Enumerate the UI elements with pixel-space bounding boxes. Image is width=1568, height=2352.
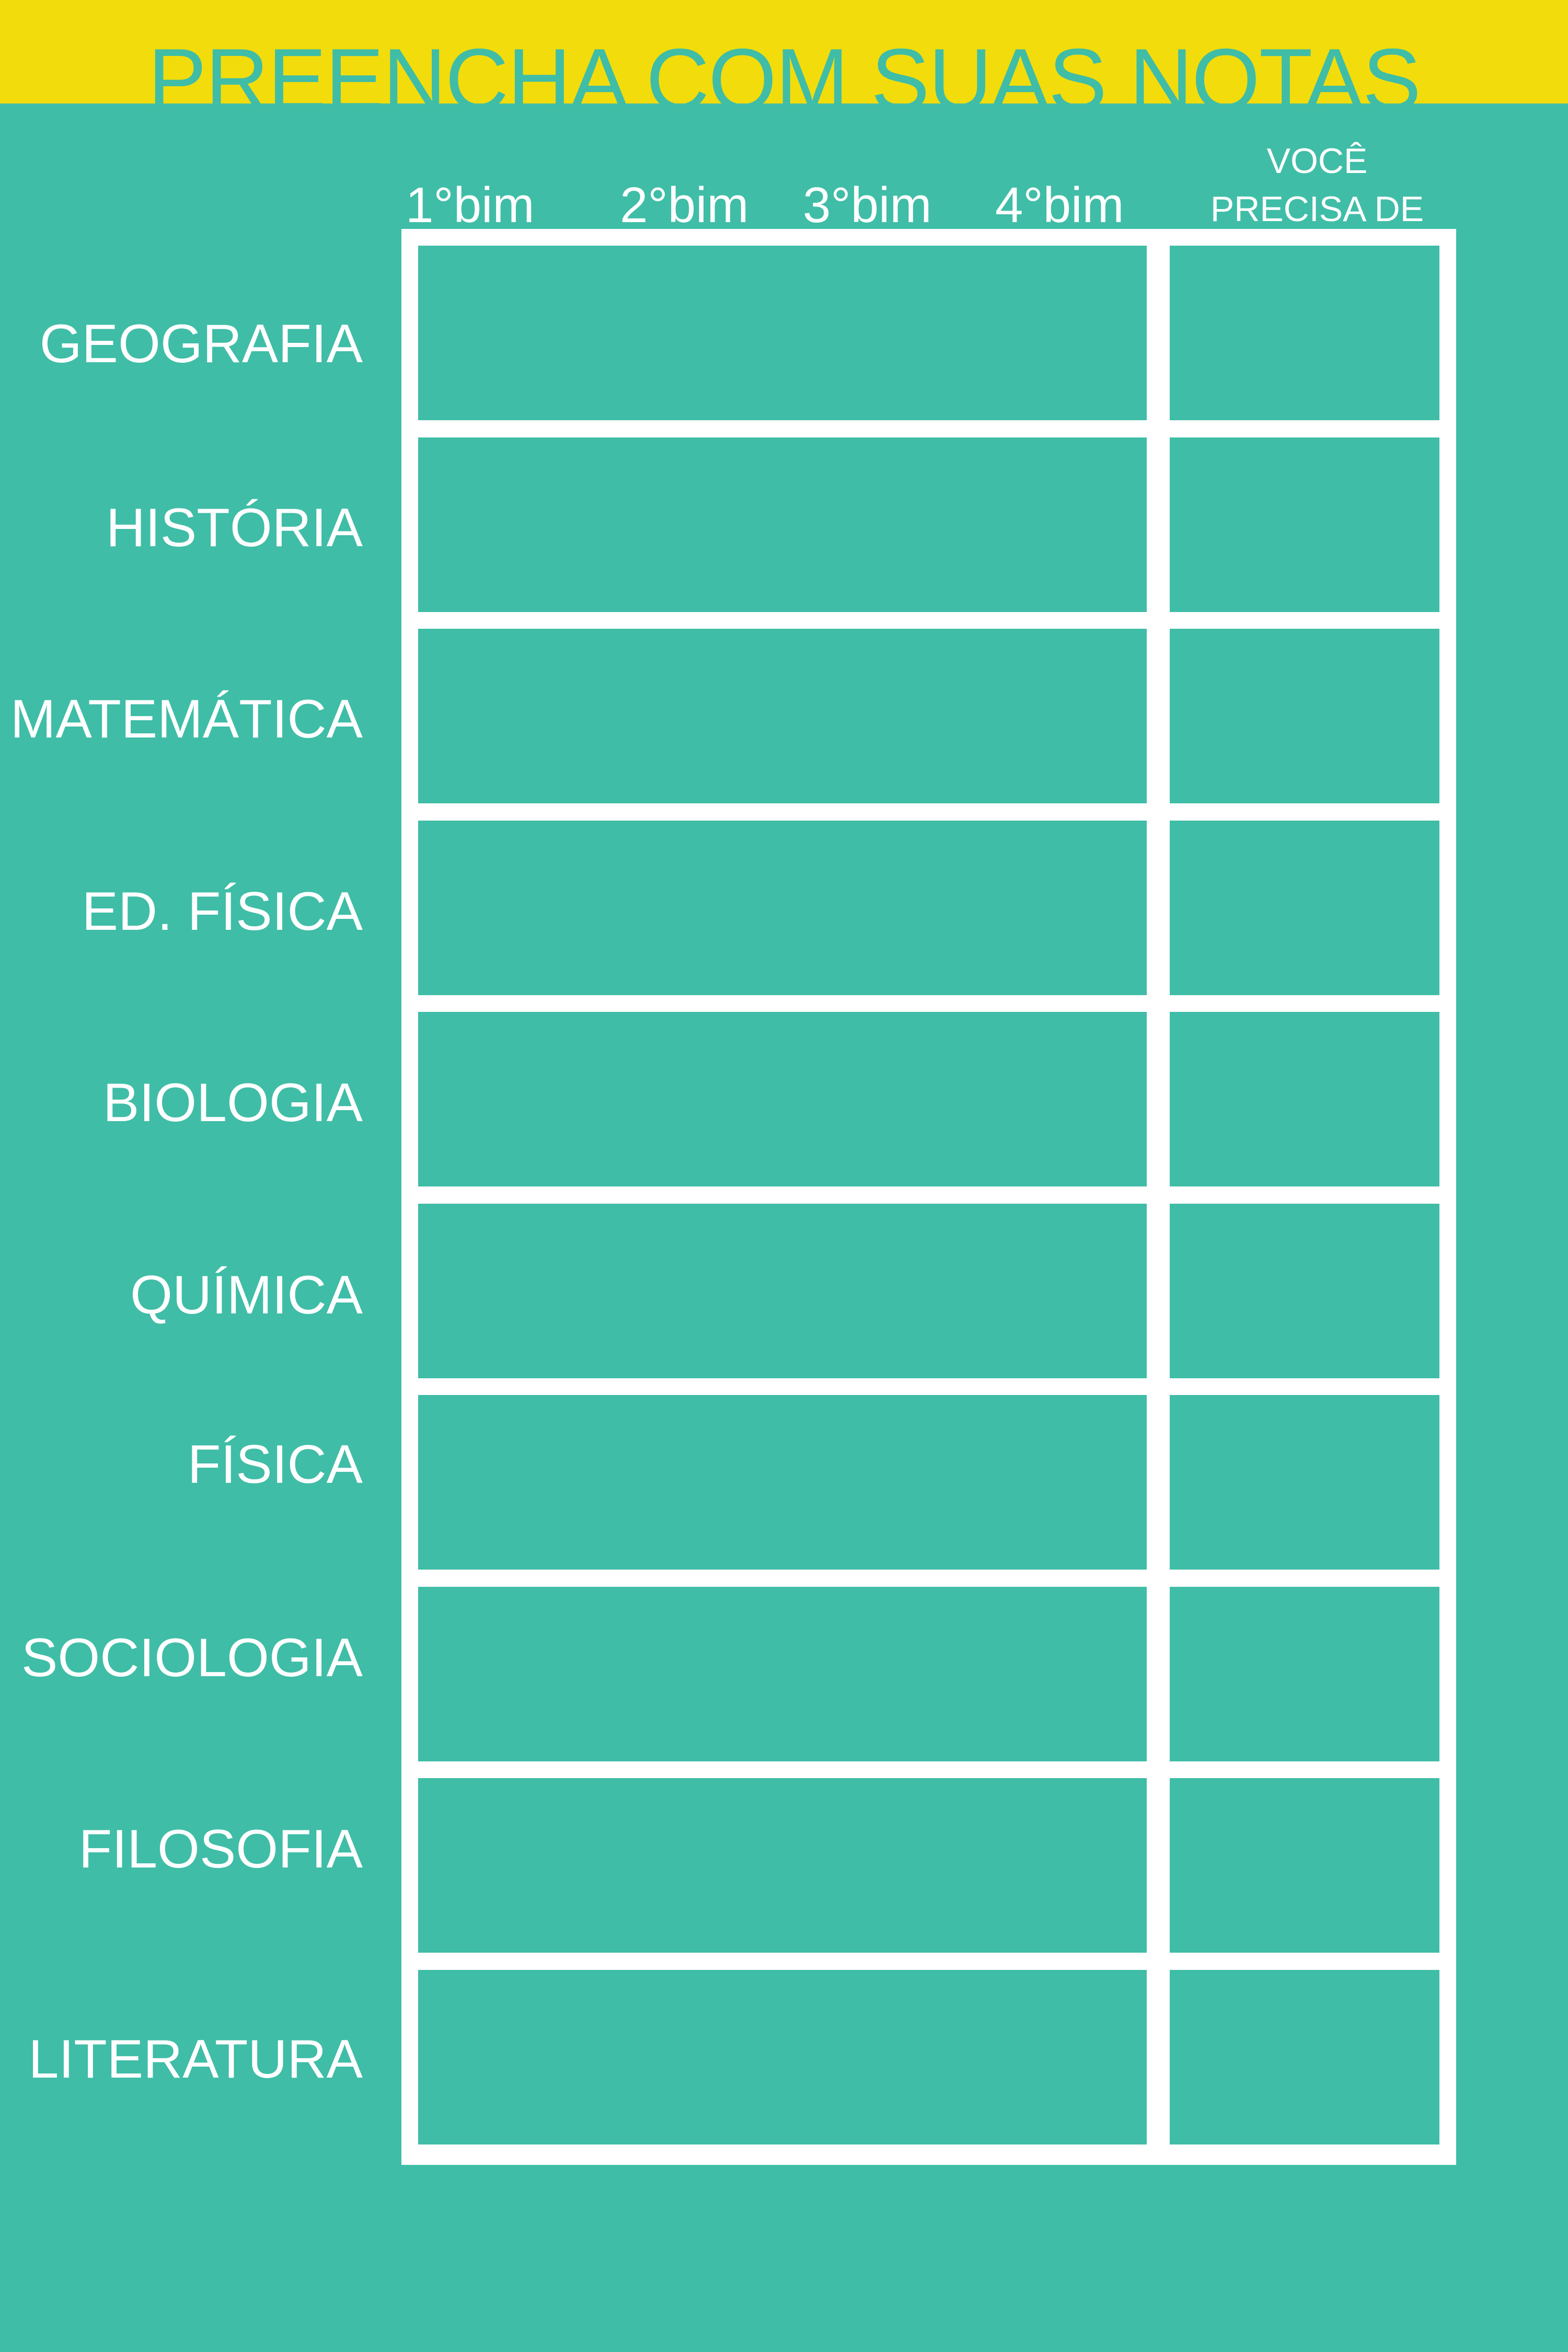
column-header-bim-4: 4°bim [995,177,1124,233]
column-header-bim-3: 3°bim [803,177,932,233]
grade-cell-needed[interactable] [1170,437,1439,612]
grade-cell-needed[interactable] [1170,821,1439,995]
page-title: PREENCHA COM SUAS NOTAS [148,30,1421,103]
grade-cell-needed[interactable] [1170,629,1439,803]
grade-cell-needed[interactable] [1170,1204,1439,1378]
subject-label: SOCIOLOGIA [21,1628,363,1688]
grade-cell-needed[interactable] [1170,1587,1439,1761]
grade-cell-bimesters[interactable] [418,1012,1147,1186]
subject-label: BIOLOGIA [102,1073,363,1133]
subject-label: QUÍMICA [130,1265,363,1325]
grades-grid [401,229,1456,2165]
need-header-line2: PRECISA DE [1210,189,1424,229]
grade-cell-bimesters[interactable] [418,821,1147,995]
grade-cell-bimesters[interactable] [418,437,1147,612]
subject-label: MATEMÁTICA [10,689,363,750]
subject-label: LITERATURA [28,2029,363,2090]
grade-cell-bimesters[interactable] [418,1587,1147,1761]
grade-cell-bimesters[interactable] [418,1395,1147,1570]
need-header-line1: VOCÊ [1266,141,1368,181]
grade-cell-bimesters[interactable] [418,1970,1147,2145]
grade-cell-needed[interactable] [1170,1012,1439,1186]
grade-cell-bimesters[interactable] [418,246,1147,420]
grade-cell-bimesters[interactable] [418,1778,1147,1953]
subject-label: GEOGRAFIA [39,314,363,374]
subject-label: FÍSICA [187,1434,363,1495]
subject-label: HISTÓRIA [106,498,363,558]
grade-cell-needed[interactable] [1170,246,1439,420]
subject-label: FILOSOFIA [78,1819,363,1880]
grade-cell-bimesters[interactable] [418,1204,1147,1378]
grade-cell-needed[interactable] [1170,1970,1439,2145]
column-header-need: VOCÊ PRECISA DE [1171,137,1463,233]
grade-cell-needed[interactable] [1170,1778,1439,1953]
grade-cell-needed[interactable] [1170,1395,1439,1570]
subject-label: ED. FÍSICA [82,881,363,942]
column-header-bim-2: 2°bim [620,177,749,233]
column-header-bim-1: 1°bim [406,177,535,233]
grade-cell-bimesters[interactable] [418,629,1147,803]
title-band: PREENCHA COM SUAS NOTAS [0,0,1568,103]
